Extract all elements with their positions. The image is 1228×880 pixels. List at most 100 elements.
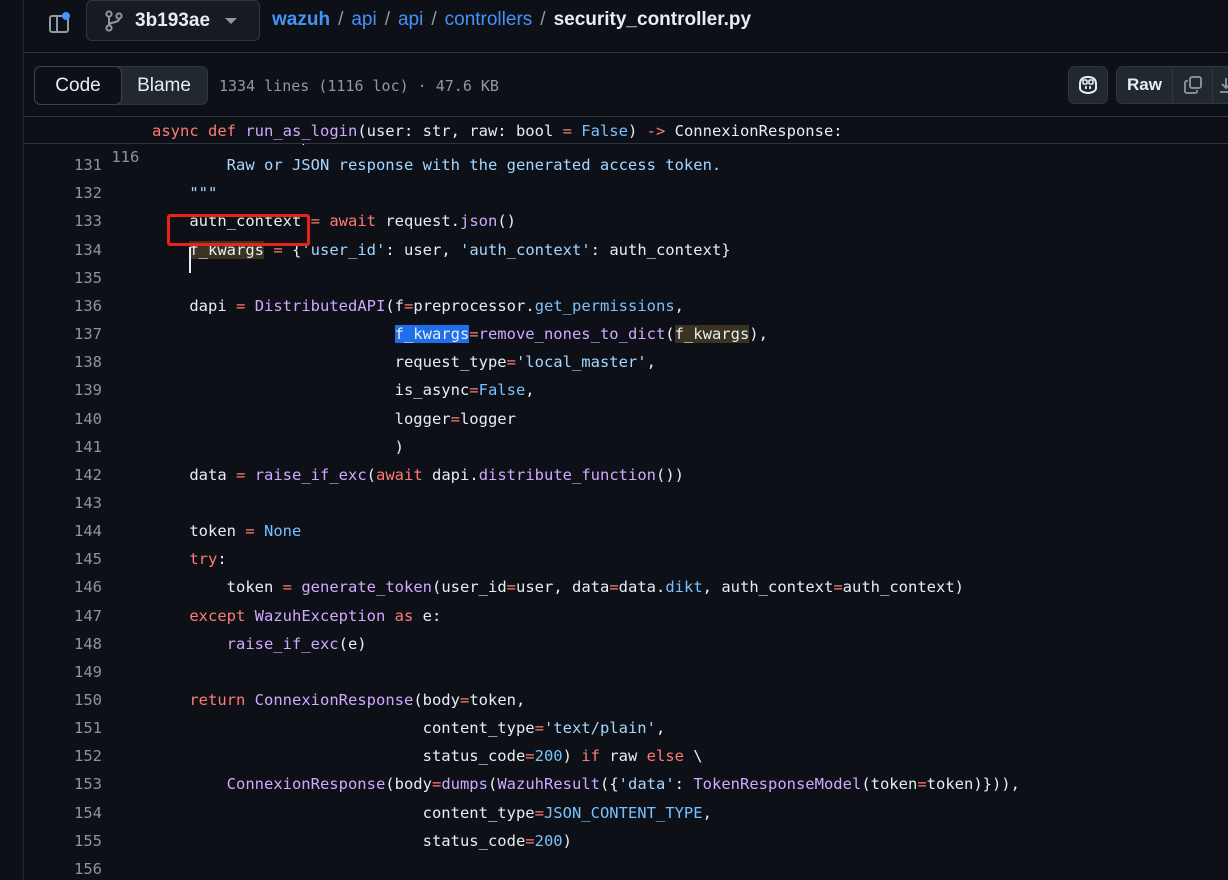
line-number[interactable]: 142 <box>24 461 102 489</box>
git-branch-icon <box>105 9 123 32</box>
line-code: is_async=False, <box>152 381 535 400</box>
file-header: 3b193ae wazuh / api / api / controllers … <box>24 0 1228 53</box>
line-code: except WazuhException as e: <box>189 606 442 625</box>
code-line[interactable]: 156 <box>24 855 1228 880</box>
line-code: token = generate_token(user_id=user, dat… <box>152 578 964 597</box>
code-line[interactable]: 155 status_code=200) <box>24 827 1228 855</box>
text-cursor <box>189 247 191 273</box>
sticky-function-header[interactable]: 116 async def run_as_login(user: str, ra… <box>24 118 1228 166</box>
code-line[interactable]: 149 <box>24 658 1228 686</box>
notification-dot <box>62 12 70 20</box>
line-code: request_type='local_master', <box>152 353 656 372</box>
view-switcher: Code Blame <box>34 66 208 105</box>
code-line[interactable]: 150 return ConnexionResponse(body=token, <box>24 686 1228 714</box>
branch-name: 3b193ae <box>135 9 211 31</box>
breadcrumb-api-link[interactable]: api <box>351 9 376 31</box>
breadcrumb-api-sub-link[interactable]: api <box>398 9 423 31</box>
code-line[interactable]: 151 content_type='text/plain', <box>24 714 1228 742</box>
copy-icon <box>1183 76 1202 94</box>
code-line[interactable]: 147 except WazuhException as e: <box>24 602 1228 630</box>
line-number[interactable]: 145 <box>24 545 102 573</box>
line-number[interactable]: 144 <box>24 517 102 545</box>
line-number[interactable]: 155 <box>24 827 102 855</box>
line-number[interactable]: 141 <box>24 433 102 461</box>
code-line[interactable]: 141 ) <box>24 433 1228 461</box>
code-line[interactable]: 138 request_type='local_master', <box>24 348 1228 376</box>
line-number[interactable]: 156 <box>24 855 102 880</box>
breadcrumb-separator: / <box>431 9 437 30</box>
line-number[interactable]: 134 <box>24 236 102 264</box>
code-line[interactable]: 135 <box>24 264 1228 292</box>
line-number[interactable]: 148 <box>24 630 102 658</box>
line-number[interactable]: 149 <box>24 658 102 686</box>
line-number[interactable]: 135 <box>24 264 102 292</box>
line-number[interactable]: 140 <box>24 405 102 433</box>
line-code: """ <box>189 184 218 203</box>
line-code: dapi = DistributedAPI(f=preprocessor.get… <box>152 296 685 315</box>
breadcrumb-controllers-link[interactable]: controllers <box>445 9 533 31</box>
line-code: token = None <box>152 522 302 541</box>
line-number[interactable]: 116 <box>61 144 139 170</box>
line-number[interactable]: 143 <box>24 489 102 517</box>
line-code: return ConnexionResponse(body=token, <box>189 691 526 709</box>
line-number[interactable]: 150 <box>24 686 102 714</box>
code-line[interactable]: 140 logger=logger <box>24 405 1228 433</box>
code-line[interactable]: 131 Raw or JSON response with the genera… <box>24 151 1228 179</box>
breadcrumb-separator: / <box>338 9 344 30</box>
code-line[interactable]: 132 """ <box>24 179 1228 207</box>
file-toolbar: Code Blame 1334 lines (1116 loc) · 47.6 … <box>24 54 1228 117</box>
raw-button[interactable]: Raw <box>1117 67 1173 103</box>
line-code: status_code=200) if raw else \ <box>152 747 703 766</box>
sticky-code: async def run_as_login(user: str, raw: b… <box>152 122 843 140</box>
line-code: content_type='text/plain', <box>152 719 666 738</box>
breadcrumb-current-file: security_controller.py <box>553 9 752 30</box>
code-line[interactable]: 146 token = generate_token(user_id=user,… <box>24 573 1228 601</box>
breadcrumb-separator: / <box>540 9 546 30</box>
chevron-down-icon <box>225 18 237 24</box>
code-line[interactable]: 137 f_kwargs=remove_nones_to_dict(f_kwar… <box>24 320 1228 348</box>
code-viewer[interactable]: 116 async def run_as_login(user: str, ra… <box>24 118 1228 880</box>
download-icon <box>1220 78 1228 93</box>
line-number[interactable]: 151 <box>24 714 102 742</box>
tab-blame[interactable]: Blame <box>121 67 207 104</box>
code-line[interactable]: 142 data = raise_if_exc(await dapi.distr… <box>24 461 1228 489</box>
code-line[interactable]: 152 status_code=200) if raw else \ <box>24 742 1228 770</box>
panel-toggle-button[interactable] <box>42 7 76 41</box>
code-line[interactable]: 139 is_async=False, <box>24 376 1228 404</box>
code-line[interactable]: 136 dapi = DistributedAPI(f=preprocessor… <box>24 292 1228 320</box>
line-code: content_type=JSON_CONTENT_TYPE, <box>152 803 712 822</box>
line-number[interactable]: 137 <box>24 320 102 348</box>
line-code: try: <box>189 550 227 569</box>
line-number[interactable]: 147 <box>24 602 102 630</box>
line-number[interactable]: 153 <box>24 770 102 798</box>
line-code: Raw or JSON response with the generated … <box>152 156 722 175</box>
line-code: logger=logger <box>152 409 516 428</box>
left-gutter <box>0 0 24 880</box>
tab-code[interactable]: Code <box>34 66 122 105</box>
line-code: data = raise_if_exc(await dapi.distribut… <box>152 465 684 484</box>
breadcrumb-separator: / <box>384 9 390 30</box>
code-line[interactable]: 148 raise_if_exc(e) <box>24 630 1228 658</box>
code-line[interactable]: 145 try: <box>24 545 1228 573</box>
code-line[interactable]: 143 <box>24 489 1228 517</box>
line-number[interactable]: 154 <box>24 799 102 827</box>
breadcrumb: wazuh / api / api / controllers / securi… <box>272 9 751 31</box>
line-code: f_kwargs=remove_nones_to_dict(f_kwargs), <box>394 325 768 344</box>
file-actions: Raw <box>1116 66 1228 104</box>
line-code: raise_if_exc(e) <box>226 634 367 653</box>
branch-selector[interactable]: 3b193ae <box>86 0 260 41</box>
line-number[interactable]: 138 <box>24 348 102 376</box>
line-number[interactable]: 136 <box>24 292 102 320</box>
copilot-button[interactable] <box>1068 66 1108 104</box>
code-line[interactable]: 154 content_type=JSON_CONTENT_TYPE, <box>24 799 1228 827</box>
annotation-highlight-box <box>167 214 310 246</box>
line-number[interactable]: 139 <box>24 376 102 404</box>
line-code: status_code=200) <box>152 831 572 850</box>
copy-button[interactable] <box>1173 67 1213 103</box>
breadcrumb-repo-link[interactable]: wazuh <box>272 9 330 31</box>
line-number[interactable]: 146 <box>24 573 102 601</box>
code-line[interactable]: 153 ConnexionResponse(body=dumps(WazuhRe… <box>24 770 1228 798</box>
line-number[interactable]: 152 <box>24 742 102 770</box>
download-button[interactable] <box>1213 67 1228 103</box>
code-line[interactable]: 144 token = None <box>24 517 1228 545</box>
